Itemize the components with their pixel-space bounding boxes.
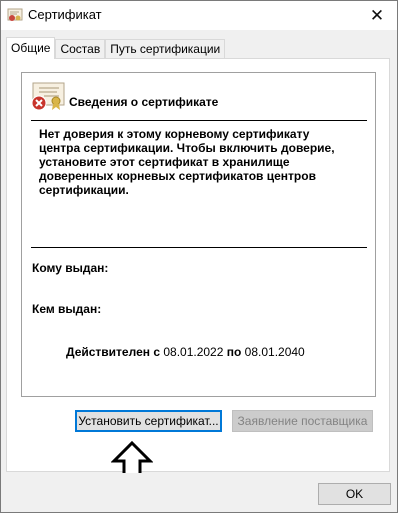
dialog-footer: OK [1,473,397,512]
close-button[interactable]: ✕ [357,1,397,30]
heading-divider [31,120,367,121]
ok-button[interactable]: OK [318,483,391,505]
certificate-dialog: Сертификат ✕ Общие Состав Путь сертифика… [0,0,398,513]
tab-certification-path[interactable]: Путь сертификации [105,39,226,59]
certificate-info-box: Сведения о сертификате Нет доверия к это… [21,72,376,397]
certificate-app-icon [7,8,23,21]
warning-line: сертификации. [39,183,129,197]
window-title: Сертификат [28,7,102,22]
warning-line: центра сертификации. Чтобы включить дове… [39,141,335,155]
valid-from-date: 08.01.2022 [163,345,224,359]
valid-from-label: Действителен с [66,345,160,359]
untrusted-certificate-icon [31,82,65,111]
warning-line: установите этот сертификат в хранилище [39,155,290,169]
issued-to-label: Кому выдан: [32,261,109,275]
issuer-statement-button[interactable]: Заявление поставщика [232,410,373,432]
close-icon: ✕ [369,5,385,25]
warning-line: доверенных корневых сертификатов центров [39,169,316,183]
issued-by-label: Кем выдан: [32,302,102,316]
tab-strip: Общие Состав Путь сертификации [6,37,226,59]
warning-line: Нет доверия к этому корневому сертификат… [39,127,310,141]
certificate-info-heading: Сведения о сертификате [69,95,219,109]
validity-period: Действителен с 08.01.2022 по 08.01.2040 [66,345,305,359]
general-tab-panel: Сведения о сертификате Нет доверия к это… [6,58,390,472]
title-bar[interactable]: Сертификат ✕ [1,1,397,30]
valid-to-date: 08.01.2040 [244,345,305,359]
trust-warning-text: Нет доверия к этому корневому сертификат… [39,127,364,197]
install-certificate-button[interactable]: Установить сертификат... [75,410,222,432]
tab-general[interactable]: Общие [6,37,56,59]
valid-to-label: по [226,345,242,359]
tab-details[interactable]: Состав [55,39,106,59]
warning-divider [31,247,367,248]
